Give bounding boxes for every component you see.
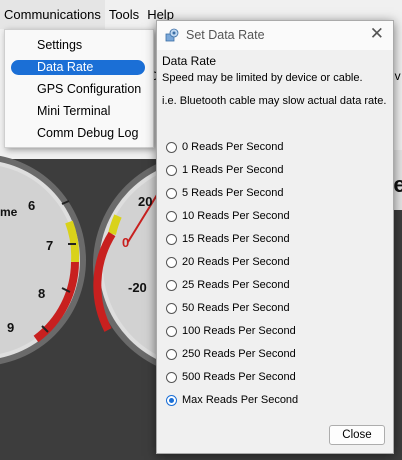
group-label: Data Rate [162, 54, 217, 68]
radio-label: 15 Reads Per Second [182, 233, 290, 245]
radio-button[interactable] [166, 164, 177, 176]
radio-button[interactable] [166, 141, 177, 153]
radio-option-selected[interactable]: Max Reads Per Second [166, 392, 298, 408]
dialog-title: Set Data Rate [186, 28, 265, 42]
menu-item-comm-debug-log[interactable]: Comm Debug Log [11, 126, 145, 141]
radio-button[interactable] [166, 371, 177, 383]
radio-option[interactable]: 250 Reads Per Second [166, 346, 296, 362]
dialog-titlebar[interactable]: Set Data Rate ✕ [157, 21, 393, 50]
radio-option[interactable]: 15 Reads Per Second [166, 231, 290, 247]
radio-button[interactable] [166, 187, 177, 199]
menu-communications[interactable]: Communications [0, 0, 105, 29]
radio-label: 100 Reads Per Second [182, 325, 296, 337]
radio-label: 25 Reads Per Second [182, 279, 290, 291]
radio-button[interactable] [166, 348, 177, 360]
left-gauge: 6 7 8 9 me [0, 155, 86, 365]
gauge-tick-label: 6 [28, 198, 35, 213]
gauge-tick-label: -20 [128, 280, 147, 295]
menu-item-data-rate[interactable]: Data Rate [11, 60, 145, 75]
gauge-tick-label: 9 [7, 320, 14, 335]
menu-item-settings[interactable]: Settings [11, 38, 145, 53]
radio-option[interactable]: 20 Reads Per Second [166, 254, 290, 270]
gauge-tick-label: 8 [38, 286, 45, 301]
hint-text: i.e. Bluetooth cable may slow actual dat… [162, 95, 387, 107]
close-button[interactable]: Close [329, 425, 385, 445]
radio-button[interactable] [166, 256, 177, 268]
radio-option[interactable]: 500 Reads Per Second [166, 369, 296, 385]
gauge-label: me [0, 205, 18, 219]
radio-button[interactable] [166, 325, 177, 337]
radio-label: Max Reads Per Second [182, 394, 299, 406]
radio-option[interactable]: 10 Reads Per Second [166, 208, 290, 224]
menu-item-gps-configuration[interactable]: GPS Configuration [11, 82, 145, 97]
radio-label: 1 Reads Per Second [182, 164, 284, 176]
gauge-tick-label: 7 [46, 238, 53, 253]
menu-tools[interactable]: Tools [105, 0, 143, 29]
radio-button[interactable] [166, 233, 177, 245]
set-data-rate-dialog: Set Data Rate ✕ Data Rate Speed may be l… [156, 20, 394, 454]
radio-button-checked[interactable] [166, 394, 177, 406]
radio-button[interactable] [166, 210, 177, 222]
radio-option[interactable]: 0 Reads Per Second [166, 139, 284, 155]
app-icon [165, 28, 179, 42]
radio-label: 20 Reads Per Second [182, 256, 290, 268]
hint-text: Speed may be limited by device or cable. [162, 72, 363, 84]
radio-option[interactable]: 50 Reads Per Second [166, 300, 290, 316]
radio-label: 5 Reads Per Second [182, 187, 284, 199]
radio-label: 10 Reads Per Second [182, 210, 290, 222]
gauge-tick-label: 0 [122, 235, 129, 250]
radio-label: 0 Reads Per Second [182, 141, 284, 153]
radio-button[interactable] [166, 279, 177, 291]
communications-dropdown: Settings Data Rate GPS Configuration Min… [4, 29, 154, 148]
radio-label: 500 Reads Per Second [182, 371, 296, 383]
radio-option[interactable]: 5 Reads Per Second [166, 185, 284, 201]
radio-label: 50 Reads Per Second [182, 302, 290, 314]
radio-label: 250 Reads Per Second [182, 348, 296, 360]
radio-option[interactable]: 25 Reads Per Second [166, 277, 290, 293]
menu-item-mini-terminal[interactable]: Mini Terminal [11, 104, 145, 119]
radio-button[interactable] [166, 302, 177, 314]
close-icon[interactable]: ✕ [370, 24, 384, 44]
radio-option[interactable]: 100 Reads Per Second [166, 323, 296, 339]
gauge-tick-label: 20 [138, 194, 152, 209]
radio-option[interactable]: 1 Reads Per Second [166, 162, 284, 178]
